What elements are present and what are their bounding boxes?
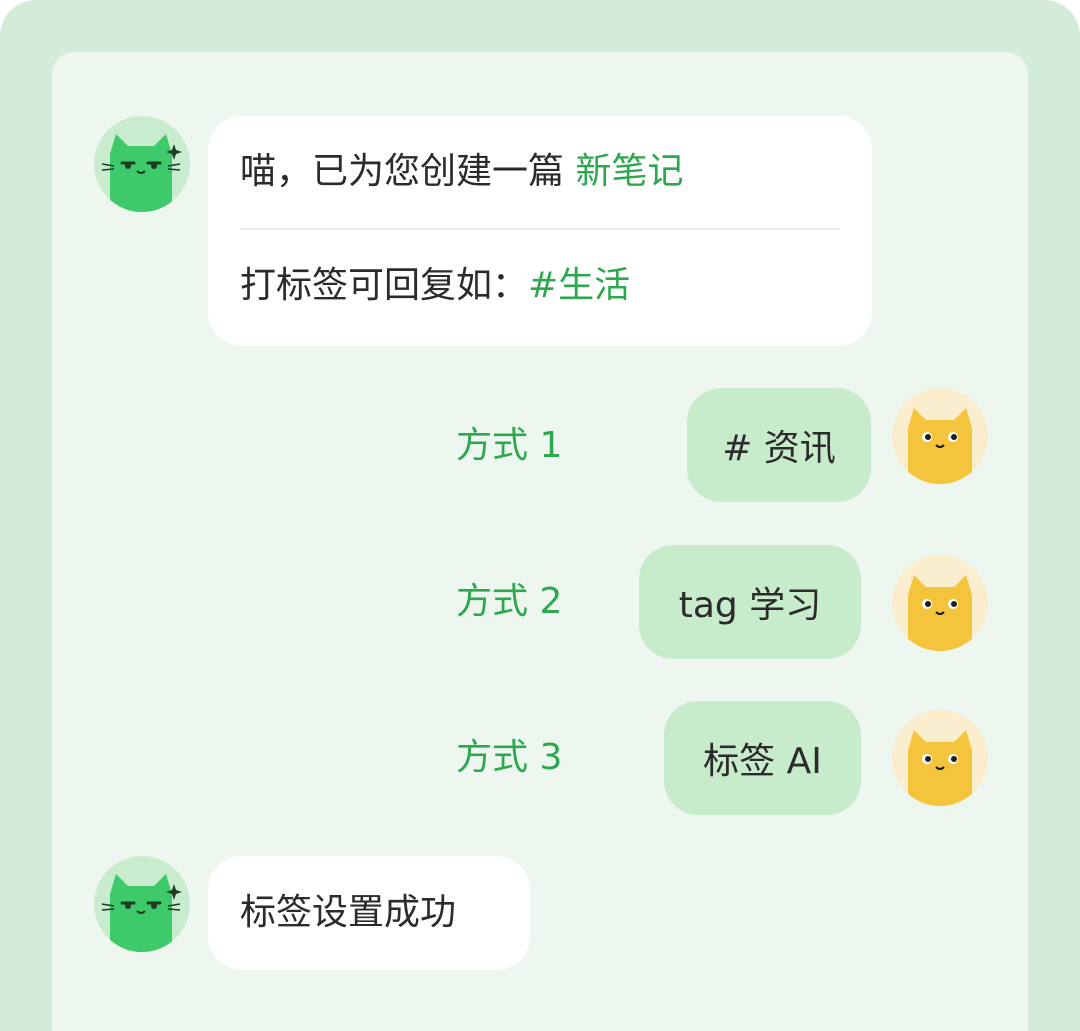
bot-avatar — [94, 116, 190, 212]
user-avatar-1 — [892, 388, 988, 484]
bot-message-line-2: 打标签可回复如：#生活 — [240, 264, 630, 308]
yellow-cat-icon — [908, 575, 972, 651]
method-label-2: 方式 2 — [456, 581, 563, 622]
user-avatar-3 — [892, 710, 988, 806]
yellow-cat-icon — [908, 408, 972, 484]
yellow-cat-icon — [908, 730, 972, 806]
user-reply-2: tag 学习 — [639, 545, 861, 659]
user-reply-3: 标签 AI — [664, 701, 861, 815]
example-tag: #生活 — [528, 265, 631, 306]
chat-panel: 喵，已为您创建一篇 新笔记 打标签可回复如：#生活 方式 1 # 资讯 方式 2… — [52, 52, 1028, 1031]
user-avatar-2 — [892, 555, 988, 651]
method-label-3: 方式 3 — [456, 737, 563, 778]
bot-avatar — [94, 856, 190, 952]
bot-message-success: 标签设置成功 — [208, 856, 530, 970]
new-note-link[interactable]: 新笔记 — [575, 151, 683, 192]
success-text: 标签设置成功 — [240, 892, 457, 933]
bubble-divider — [240, 228, 840, 230]
bot-message-new-note: 喵，已为您创建一篇 新笔记 打标签可回复如：#生活 — [208, 116, 872, 346]
bot-message-text: 喵，已为您创建一篇 — [240, 151, 576, 192]
method-label-1: 方式 1 — [456, 425, 563, 466]
user-reply-1: # 资讯 — [687, 388, 871, 502]
green-cat-sparkle-icon — [101, 134, 182, 212]
tag-hint-text: 打标签可回复如： — [240, 265, 529, 306]
app-background: 喵，已为您创建一篇 新笔记 打标签可回复如：#生活 方式 1 # 资讯 方式 2… — [0, 0, 1080, 1031]
green-cat-sparkle-icon — [101, 874, 182, 952]
bot-message-line-1: 喵，已为您创建一篇 新笔记 — [240, 150, 683, 194]
